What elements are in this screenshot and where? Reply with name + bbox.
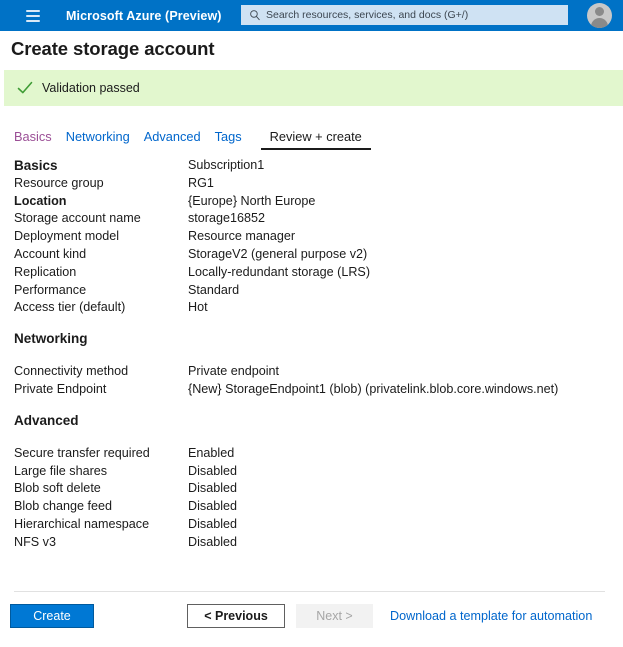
row-value-resource-group: RG1 <box>188 175 214 190</box>
download-template-link[interactable]: Download a template for automation <box>390 604 592 628</box>
row-key-nfs-v3: NFS v3 <box>14 534 56 549</box>
hamburger-bar <box>26 9 40 12</box>
tab-networking[interactable]: Networking <box>66 129 144 150</box>
next-button: Next > <box>296 604 373 628</box>
row-key-connectivity-method: Connectivity method <box>14 364 129 379</box>
table-row: Large file shares Disabled <box>0 463 623 481</box>
table-row: Blob soft delete Disabled <box>0 480 623 498</box>
table-row: Access tier (default) Hot <box>0 299 623 317</box>
row-value-deployment-model: Resource manager <box>188 229 296 244</box>
row-value-storage-account-name: storage16852 <box>188 211 266 226</box>
row-value-performance: Standard <box>188 282 240 297</box>
networking-summary-table: Connectivity method Private endpoint Pri… <box>0 363 623 399</box>
row-value-replication: Locally-redundant storage (LRS) <box>188 264 371 279</box>
advanced-section-heading: Advanced <box>14 412 79 428</box>
table-row: Deployment model Resource manager <box>0 228 623 246</box>
table-row: Replication Locally-redundant storage (L… <box>0 264 623 282</box>
search-input-placeholder[interactable]: Search resources, services, and docs (G+… <box>266 9 468 21</box>
create-button[interactable]: Create <box>10 604 94 628</box>
row-key-private-endpoint: Private Endpoint <box>14 381 107 396</box>
wizard-footer: Create < Previous Next > Download a temp… <box>0 604 623 647</box>
row-key-deployment-model: Deployment model <box>14 229 119 244</box>
row-value-large-file-shares: Disabled <box>188 463 238 478</box>
row-key-access-tier: Access tier (default) <box>14 300 126 315</box>
row-key-hierarchical-namespace: Hierarchical namespace <box>14 516 150 531</box>
avatar-head-shape <box>595 7 604 16</box>
row-key-replication: Replication <box>14 264 77 279</box>
table-row: Connectivity method Private endpoint <box>0 363 623 381</box>
table-row: Performance Standard <box>0 282 623 300</box>
wizard-tabs: Basics Networking Advanced Tags Review +… <box>14 129 371 150</box>
table-row: Blob change feed Disabled <box>0 498 623 516</box>
row-value-hierarchical-namespace: Disabled <box>188 516 238 531</box>
azure-top-bar: Microsoft Azure (Preview) Search resourc… <box>0 0 623 31</box>
validation-banner-text: Validation passed <box>42 81 140 95</box>
networking-section-heading: Networking <box>14 331 88 347</box>
row-value-blob-change-feed: Disabled <box>188 499 238 514</box>
table-row: Hierarchical namespace Disabled <box>0 516 623 534</box>
table-row: NFS v3 Disabled <box>0 534 623 552</box>
row-key-large-file-shares: Large file shares <box>14 463 108 478</box>
avatar-body-shape <box>591 18 608 28</box>
azure-brand-label[interactable]: Microsoft Azure (Preview) <box>66 9 222 23</box>
basics-summary-table: Basics Subscription1 Resource group RG1 … <box>0 157 623 317</box>
hamburger-bar <box>26 14 40 17</box>
table-row: Account kind StorageV2 (general purpose … <box>0 246 623 264</box>
row-key-account-kind: Account kind <box>14 246 87 261</box>
validation-banner: Validation passed <box>4 70 623 106</box>
table-row: Secure transfer required Enabled <box>0 445 623 463</box>
row-key-performance: Performance <box>14 282 87 297</box>
row-value-blob-soft-delete: Disabled <box>188 481 238 496</box>
tab-advanced[interactable]: Advanced <box>144 129 215 150</box>
review-summary: Basics Subscription1 Resource group RG1 … <box>0 157 623 552</box>
row-value-account-kind: StorageV2 (general purpose v2) <box>188 246 368 261</box>
row-key-blob-change-feed: Blob change feed <box>14 499 113 514</box>
check-mark-icon <box>17 81 33 94</box>
table-row: Location {Europe} North Europe <box>0 193 623 211</box>
row-key-storage-account-name: Storage account name <box>14 211 141 226</box>
search-icon <box>250 10 260 21</box>
row-key-resource-group: Resource group <box>14 175 104 190</box>
row-value-nfs-v3: Disabled <box>188 534 238 549</box>
table-row: Resource group RG1 <box>0 175 623 193</box>
hamburger-bar <box>26 19 40 22</box>
tab-tags[interactable]: Tags <box>215 129 256 150</box>
basics-section-heading: Basics <box>14 158 58 173</box>
table-row: Storage account name storage16852 <box>0 210 623 228</box>
row-value-access-tier: Hot <box>188 300 208 315</box>
table-row: Private Endpoint {New} StorageEndpoint1 … <box>0 381 623 399</box>
account-avatar-icon[interactable] <box>587 3 612 28</box>
tab-basics[interactable]: Basics <box>14 129 66 150</box>
hamburger-menu-icon[interactable] <box>26 9 40 22</box>
row-key-secure-transfer-required: Secure transfer required <box>14 445 150 460</box>
row-value-location: {Europe} North Europe <box>188 193 316 208</box>
previous-button[interactable]: < Previous <box>187 604 285 628</box>
row-key-location: Location <box>14 193 67 208</box>
page-title: Create storage account <box>11 38 215 59</box>
advanced-summary-table: Secure transfer required Enabled Large f… <box>0 445 623 552</box>
table-row: Basics Subscription1 <box>0 157 623 175</box>
row-key-blob-soft-delete: Blob soft delete <box>14 481 101 496</box>
row-value-private-endpoint: {New} StorageEndpoint1 (blob) (privateli… <box>188 381 559 396</box>
tab-review-create[interactable]: Review + create <box>260 129 371 150</box>
basics-subscription-value: Subscription1 <box>188 158 265 172</box>
row-value-connectivity-method: Private endpoint <box>188 364 280 379</box>
footer-divider <box>14 591 605 592</box>
row-value-secure-transfer-required: Enabled <box>188 445 235 460</box>
global-search-box[interactable]: Search resources, services, and docs (G+… <box>241 5 568 25</box>
